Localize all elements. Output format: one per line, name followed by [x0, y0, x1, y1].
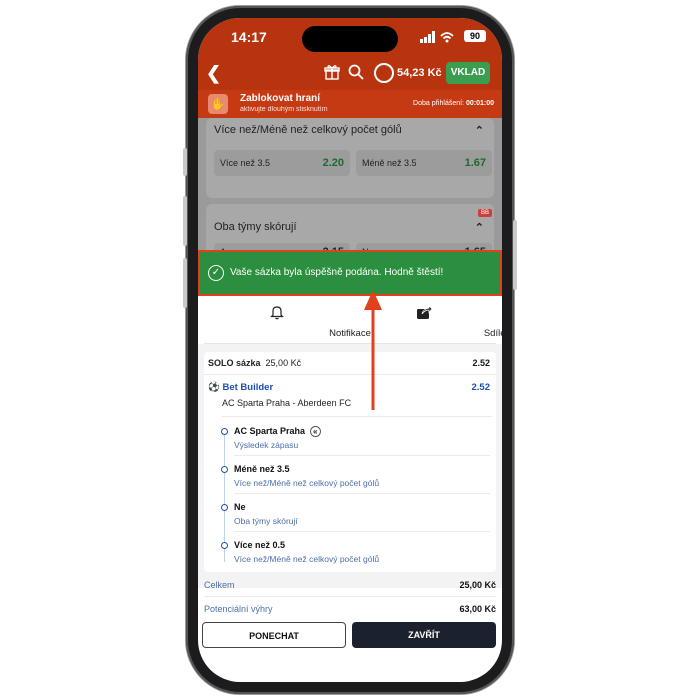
divider — [234, 531, 490, 532]
user-icon[interactable] — [374, 63, 394, 83]
back-icon[interactable]: ❮ — [206, 63, 221, 84]
selection-name: Méně než 3.5 — [234, 464, 290, 474]
selection-market: Výsledek zápasu — [234, 440, 299, 450]
gift-icon[interactable] — [324, 64, 340, 80]
bell-icon — [270, 306, 284, 320]
selection-market: Více než/Méně než celkový počet gólů — [234, 554, 380, 564]
selection-dot — [221, 542, 228, 549]
odds-value: 1.67 — [464, 157, 486, 169]
deposit-button[interactable]: VKLAD — [446, 62, 490, 84]
phone-volume-down — [183, 258, 187, 308]
share-icon — [417, 304, 432, 319]
login-duration-value: 00:01:00 — [465, 100, 494, 107]
app-header: ❮ 54,23 Kč VKLAD — [198, 58, 502, 90]
battery-indicator: 90 — [464, 30, 486, 42]
bet-type: SOLO sázka 25,00 Kč — [208, 358, 301, 368]
bet-ticket-card: SOLO sázka 25,00 Kč 2.52 ⚽ Bet Builder 2… — [204, 352, 496, 572]
selection-name: Ne — [234, 502, 246, 512]
soccer-ball-icon: ⚽ — [208, 382, 220, 393]
potential-win-value: 63,00 Kč — [459, 604, 496, 614]
potential-win-row: Potenciální výhry 63,00 Kč — [204, 600, 496, 620]
market-title: Více než/Méně než celkový počet gólů — [214, 124, 402, 136]
block-gambling-banner[interactable]: ✋ Zablokovat hraní aktivujte dlouhým sti… — [198, 90, 502, 118]
bet-builder-odds: 2.52 — [471, 382, 491, 393]
phone-volume-up — [183, 196, 187, 246]
keep-button[interactable]: PONECHAT — [202, 622, 346, 648]
chevron-up-icon[interactable]: ⌃ — [475, 221, 484, 234]
success-toast: ✓ Vaše sázka byla úspěšně podána. Hodně … — [198, 250, 502, 296]
bet-type-label: SOLO sázka — [208, 358, 261, 368]
dynamic-island — [302, 26, 398, 52]
bet-builder-badge: BB — [478, 209, 492, 217]
odds-label: Méně než 3.5 — [362, 158, 417, 168]
odds-label: Více než 3.5 — [220, 158, 271, 168]
bet-builder-title: ⚽ Bet Builder — [208, 382, 273, 393]
market-title: Oba týmy skórují — [214, 221, 297, 233]
divider — [204, 374, 496, 375]
share-label: Sdílet — [483, 328, 502, 339]
bet-builder-label: Bet Builder — [222, 382, 274, 393]
dimmed-markets: Více než/Méně než celkový počet gólů ⌃ V… — [198, 118, 502, 264]
share-button[interactable]: Sdílet — [350, 296, 502, 344]
selection-item: AC Sparta Praha « Výsledek zápasu — [218, 424, 490, 460]
block-title: Zablokovat hraní — [240, 93, 321, 104]
status-time: 14:17 — [231, 29, 267, 45]
total-value: 25,00 Kč — [459, 580, 496, 590]
selection-dot — [221, 466, 228, 473]
phone-power-button — [513, 220, 517, 290]
notifications-button[interactable]: Notifikace — [204, 296, 371, 344]
close-button[interactable]: ZAVŘÍT — [352, 622, 496, 648]
selection-name: Více než 0.5 — [234, 540, 286, 550]
hand-icon: ✋ — [208, 94, 228, 114]
divider — [204, 596, 496, 597]
account-balance: 54,23 Kč — [397, 67, 442, 79]
selection-dot — [221, 428, 228, 435]
bet-stake: 25,00 Kč — [265, 358, 302, 368]
selection-market: Oba týmy skórují — [234, 516, 298, 526]
selection-name-text: AC Sparta Praha — [234, 426, 306, 436]
phone-mute-switch — [183, 148, 187, 176]
selection-item: Více než 0.5 Více než/Méně než celkový p… — [218, 538, 490, 574]
odds-button[interactable]: Méně než 3.5 1.67 — [356, 150, 492, 176]
divider — [234, 455, 490, 456]
login-duration: Doba přihlášení: 00:01:00 — [413, 100, 494, 107]
selection-dot — [221, 504, 228, 511]
search-icon[interactable] — [348, 64, 364, 80]
divider — [222, 416, 492, 417]
block-subtitle: aktivujte dlouhým stisknutím — [240, 106, 328, 113]
divider — [234, 493, 490, 494]
selection-market: Více než/Méně než celkový počet gólů — [234, 478, 380, 488]
selection-item: Ne Oba týmy skórují — [218, 500, 490, 536]
selection-item: Méně než 3.5 Více než/Méně než celkový p… — [218, 462, 490, 498]
potential-win-label: Potenciální výhry — [204, 604, 273, 614]
total-label: Celkem — [204, 580, 235, 590]
chevron-up-icon[interactable]: ⌃ — [475, 124, 484, 137]
total-odds: 2.52 — [472, 358, 490, 368]
signal-wifi-icon — [420, 31, 454, 43]
odds-value: 2.20 — [322, 157, 344, 169]
total-row: Celkem 25,00 Kč — [204, 576, 496, 596]
toast-message: Vaše sázka byla úspěšně podána. Hodně št… — [230, 267, 444, 278]
status-bar: 14:17 90 — [198, 18, 502, 58]
odds-button[interactable]: Více než 3.5 2.20 — [214, 150, 350, 176]
ticket-actions: Notifikace Sdílet — [204, 296, 502, 344]
login-duration-label: Doba přihlášení: — [413, 100, 465, 107]
phone-screen: 14:17 90 ❮ 54,23 Kč VKLAD ✋ Zablokovat h… — [198, 18, 502, 682]
check-circle-icon: ✓ — [208, 265, 224, 281]
selection-name: AC Sparta Praha « — [234, 426, 321, 437]
info-icon[interactable]: « — [310, 426, 321, 437]
match-name: AC Sparta Praha - Aberdeen FC — [222, 398, 352, 408]
